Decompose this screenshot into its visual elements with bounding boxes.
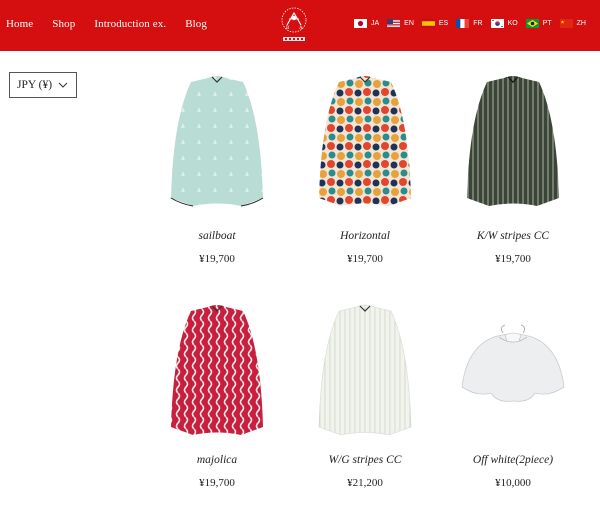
product-price: ¥19,700 (199, 477, 235, 489)
nav-shop-link[interactable]: Shop (52, 18, 75, 30)
product-name[interactable]: K/W stripes CC (439, 230, 587, 242)
lang-ko-label: KO (507, 20, 518, 27)
brand-logo[interactable]: B A (277, 5, 311, 45)
product-name[interactable]: majolica (143, 454, 291, 466)
product-name[interactable]: Horizontal (291, 230, 439, 242)
product-price: ¥19,700 (199, 253, 235, 265)
lang-fr-label: FR (473, 20, 483, 27)
lang-pt[interactable]: PT (525, 19, 552, 28)
chevron-down-icon (58, 82, 68, 88)
product-name[interactable]: Off white(2piece) (439, 454, 587, 466)
product-name[interactable]: W/G stripes CC (291, 454, 439, 466)
lang-en-label: EN (404, 20, 414, 27)
product-price: ¥21,200 (347, 477, 383, 489)
nav-blog-link[interactable]: Blog (185, 18, 207, 30)
product-card[interactable]: K/W stripes CC ¥19,700 (439, 70, 587, 270)
product-price: ¥10,000 (495, 477, 531, 489)
product-card[interactable]: majolica ¥19,700 (143, 297, 291, 497)
lang-ja[interactable]: JA (353, 19, 380, 28)
product-price: ¥19,700 (347, 253, 383, 265)
lang-en[interactable]: EN (387, 19, 414, 28)
korea-flag-icon (490, 19, 504, 28)
product-card[interactable]: W/G stripes CC ¥21,200 (291, 297, 439, 497)
product-image[interactable] (143, 297, 291, 447)
nav-home-link[interactable]: Home (6, 18, 33, 30)
lang-zh[interactable]: ZH (559, 19, 586, 28)
lang-ko[interactable]: KO (490, 19, 518, 28)
svg-text:A: A (299, 26, 303, 31)
lang-zh-label: ZH (576, 20, 586, 27)
france-flag-icon (456, 19, 470, 28)
lang-es-label: ES (438, 20, 449, 27)
lang-fr[interactable]: FR (456, 19, 483, 28)
currency-selector[interactable]: JPY (¥) (9, 72, 77, 98)
nav-introduction-link[interactable]: Introduction ex. (94, 18, 166, 30)
product-image[interactable] (439, 297, 587, 447)
language-switcher: JA EN ES FR KO PT ZH (353, 19, 586, 28)
svg-text:B: B (286, 26, 290, 31)
brazil-flag-icon (525, 19, 539, 28)
product-card[interactable]: sailboat ¥19,700 (143, 70, 291, 270)
lang-es[interactable]: ES (421, 19, 449, 28)
currency-selected-value: JPY (¥) (17, 79, 53, 91)
product-image[interactable] (439, 70, 587, 220)
main-nav: Home Shop Introduction ex. Blog (6, 18, 226, 30)
site-header: Home Shop Introduction ex. Blog B A JA E… (0, 0, 600, 51)
product-image[interactable] (143, 70, 291, 220)
lang-ja-label: JA (370, 20, 380, 27)
spain-flag-icon (421, 19, 435, 28)
product-image[interactable] (291, 297, 439, 447)
product-price: ¥19,700 (495, 253, 531, 265)
usa-flag-icon (387, 19, 401, 28)
lang-pt-label: PT (542, 20, 552, 27)
product-card[interactable]: Off white(2piece) ¥10,000 (439, 297, 587, 497)
product-image[interactable] (291, 70, 439, 220)
product-card[interactable]: Horizontal ¥19,700 (291, 70, 439, 270)
japan-flag-icon (353, 19, 367, 28)
china-flag-icon (559, 19, 573, 28)
product-name[interactable]: sailboat (143, 230, 291, 242)
